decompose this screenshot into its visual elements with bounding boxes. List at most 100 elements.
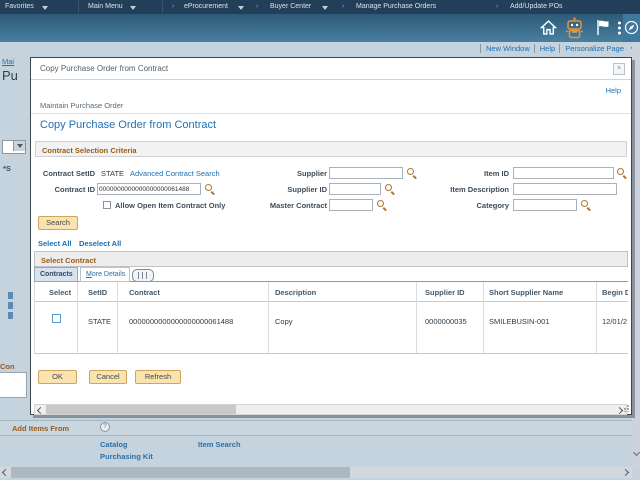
close-icon[interactable]: × [613, 63, 625, 75]
breadcrumb-item-buyer-center[interactable]: Buyer Center [270, 3, 311, 10]
category-input[interactable] [513, 199, 577, 211]
chevron-down-icon [130, 6, 136, 10]
contract-id-label: Contract ID [39, 185, 95, 194]
background-section-fragment: Con [0, 362, 28, 371]
catalog-link[interactable]: Catalog [100, 440, 128, 449]
cell-contract: 0000000000000000000061488 [118, 301, 269, 353]
advanced-contract-search-link[interactable]: Advanced Contract Search [130, 169, 220, 178]
background-maintain-link-fragment[interactable]: Mai [2, 57, 30, 66]
new-window-link[interactable]: New Window [480, 44, 534, 53]
page-heading: Copy Purchase Order from Contract [40, 119, 216, 131]
breadcrumb-item-eprocurement[interactable]: eProcurement [184, 3, 228, 10]
breadcrumb-divider [162, 1, 163, 13]
scrollbar-thumb[interactable] [11, 467, 350, 478]
cell-setid: STATE [78, 301, 118, 353]
breadcrumb-item-manage-purchase-orders[interactable]: Manage Purchase Orders [356, 3, 436, 10]
ok-button[interactable]: OK [38, 370, 77, 384]
contract-id-input[interactable] [97, 183, 201, 195]
actions-menu-icon[interactable] [617, 21, 622, 35]
column-header-begin-date: Begin Date [597, 282, 628, 301]
deselect-all-link[interactable]: Deselect All [79, 239, 121, 248]
cell-description: Copy [269, 301, 417, 353]
scroll-left-icon[interactable] [2, 469, 9, 476]
scroll-down-icon[interactable] [632, 449, 639, 456]
modal-help-link[interactable]: Help [606, 86, 621, 95]
page-vertical-scrollbar[interactable] [632, 42, 640, 467]
tab-more-details[interactable]: More Details [80, 267, 130, 282]
select-all-link[interactable]: Select All [38, 239, 72, 248]
contract-id-lookup-icon[interactable] [205, 184, 215, 194]
item-id-input[interactable] [513, 167, 614, 179]
contract-selection-criteria-header: Contract Selection Criteria [35, 141, 627, 157]
modal-horizontal-scrollbar[interactable] [34, 404, 627, 415]
navbar-compass-icon[interactable] [624, 20, 639, 35]
item-search-link[interactable]: Item Search [198, 440, 241, 449]
add-items-from-label: Add Items From [12, 424, 69, 433]
breadcrumb-main-menu[interactable]: Main Menu [88, 3, 123, 10]
top-banner [0, 14, 640, 42]
cell-select [35, 301, 78, 353]
item-description-input[interactable] [513, 183, 617, 195]
chevron-down-icon [42, 6, 48, 10]
breadcrumb-divider [78, 1, 79, 13]
breadcrumb: Favorites Main Menu › eProcurement › Buy… [0, 0, 640, 14]
page-action-links: New WindowHelpPersonalize Page [0, 44, 628, 53]
supplier-id-input[interactable] [329, 183, 381, 195]
background-textarea-fragment[interactable] [0, 372, 27, 398]
breadcrumb-separator: › [256, 3, 258, 10]
supplier-lookup-icon[interactable] [407, 168, 417, 178]
select-contract-grid: Select Contract Contracts More Details S… [34, 251, 628, 377]
column-header-short-supplier-name: Short Supplier Name [484, 282, 597, 301]
background-dropdown-fragment[interactable] [2, 140, 26, 154]
category-lookup-icon[interactable] [581, 200, 591, 210]
column-header-contract: Contract [118, 282, 269, 301]
breadcrumb-favorites[interactable]: Favorites [5, 3, 34, 10]
contract-setid-value: STATE [101, 169, 124, 178]
allow-open-item-checkbox[interactable] [103, 201, 111, 209]
cell-begin-date: 12/01/2 [597, 301, 628, 353]
item-description-label: Item Description [441, 185, 509, 194]
background-text-fragment [8, 292, 13, 299]
breadcrumb-separator: › [342, 3, 344, 10]
supplier-input[interactable] [329, 167, 403, 179]
cancel-button[interactable]: Cancel [89, 370, 127, 384]
flag-icon[interactable] [595, 19, 611, 36]
help-link[interactable]: Help [534, 44, 559, 53]
breadcrumb-separator: › [496, 3, 498, 10]
modal-title: Copy Purchase Order from Contract [40, 64, 168, 73]
column-header-setid: SetID [78, 282, 118, 301]
modal-title-bar: Copy Purchase Order from Contract × [31, 58, 631, 80]
purchasing-kit-link[interactable]: Purchasing Kit [100, 452, 153, 461]
search-button[interactable]: Search [38, 216, 78, 230]
item-id-lookup-icon[interactable] [617, 168, 627, 178]
breadcrumb-item-add-update-pos[interactable]: Add/Update POs [510, 3, 563, 10]
master-contract-lookup-icon[interactable] [377, 200, 387, 210]
column-header-supplier-id: Supplier ID [417, 282, 484, 301]
cell-supplier-id: 0000000035 [417, 301, 484, 353]
scrollbar-thumb[interactable] [46, 405, 236, 414]
home-icon[interactable] [540, 19, 557, 36]
help-question-icon[interactable]: ? [100, 422, 110, 432]
tab-contracts[interactable]: Contracts [34, 267, 78, 282]
background-text-fragment [8, 312, 13, 319]
background-required-field-fragment: *S [3, 164, 30, 173]
copy-po-from-contract-modal: Copy Purchase Order from Contract × Help… [30, 57, 632, 415]
master-contract-input[interactable] [329, 199, 373, 211]
background-page-title-fragment: Pu [2, 68, 30, 83]
page-horizontal-scrollbar[interactable] [0, 467, 632, 478]
resize-grip[interactable] [622, 405, 629, 412]
cell-short-supplier-name: SMILEBUSIN-001 [484, 301, 597, 353]
refresh-button[interactable]: Refresh [135, 370, 181, 384]
scroll-right-icon[interactable] [622, 469, 629, 476]
chatbot-icon[interactable] [563, 17, 586, 39]
master-contract-label: Master Contract [261, 201, 327, 210]
select-contract-header: Select Contract [34, 251, 628, 267]
chevron-down-icon [238, 6, 244, 10]
column-header-select: Select [35, 282, 78, 301]
breadcrumb-separator: › [172, 3, 174, 10]
supplier-id-lookup-icon[interactable] [385, 184, 395, 194]
scroll-left-icon[interactable] [37, 406, 44, 413]
background-text-fragment [8, 302, 13, 309]
personalize-page-link[interactable]: Personalize Page [559, 44, 628, 53]
row-select-checkbox[interactable] [52, 314, 61, 323]
